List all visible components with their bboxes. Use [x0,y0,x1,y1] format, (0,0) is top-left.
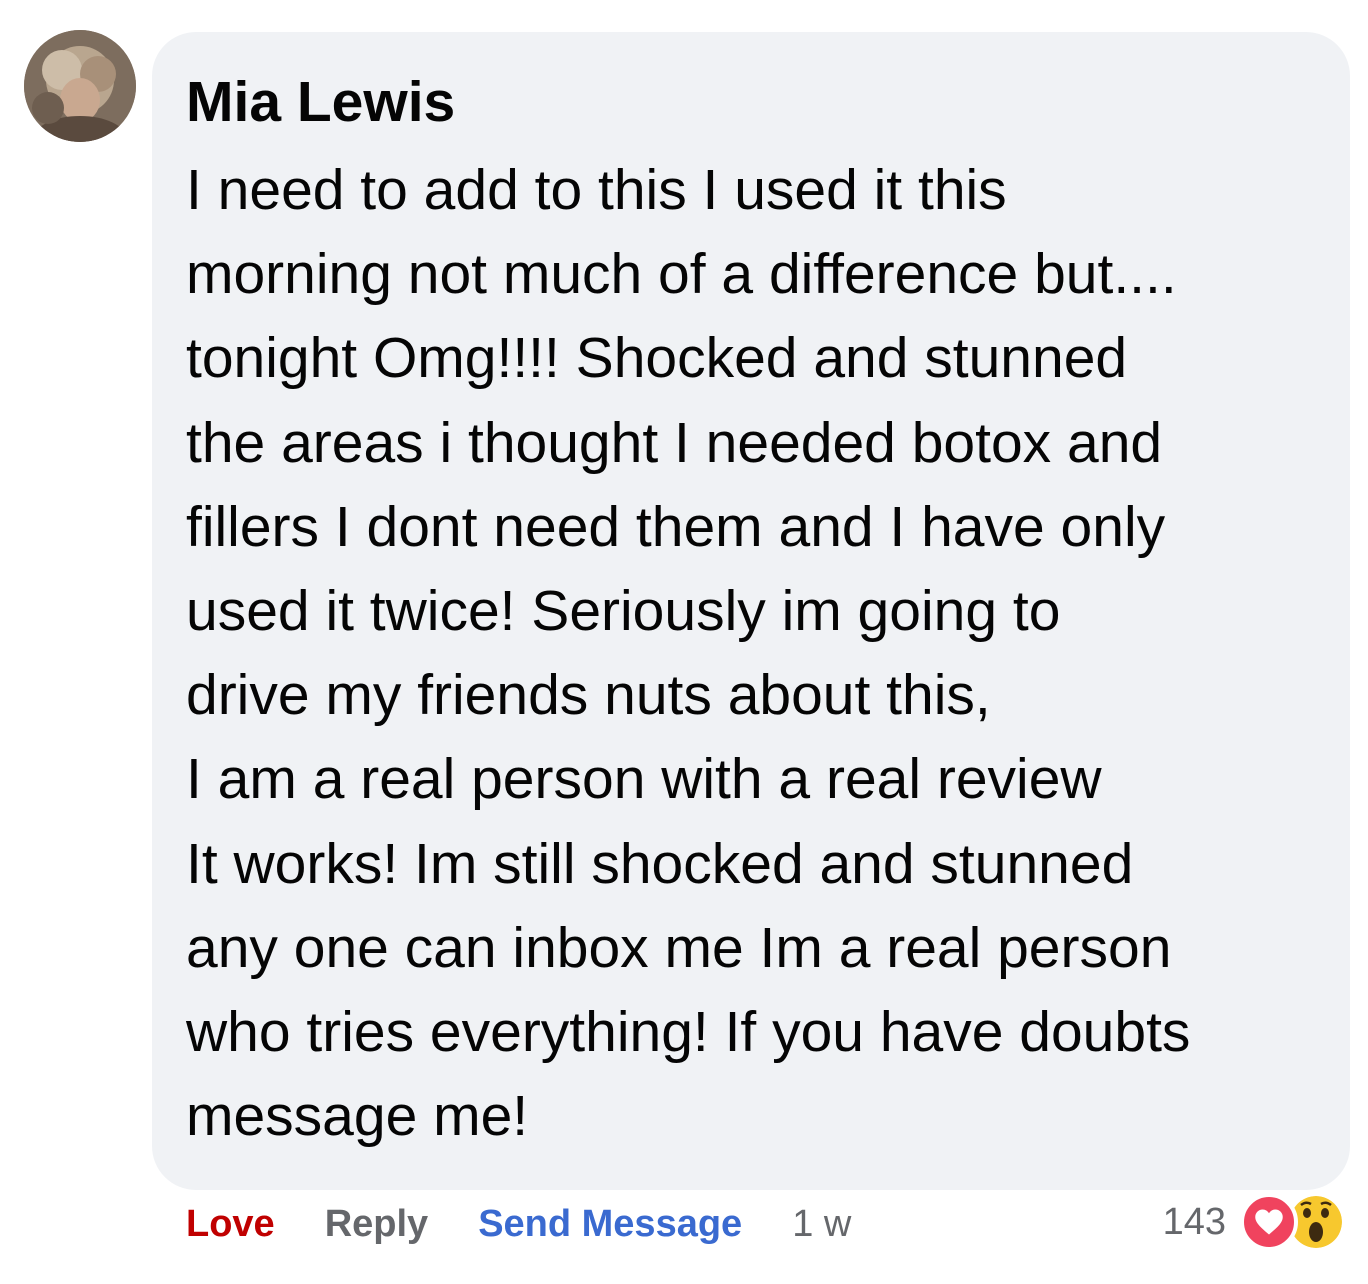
comment-line: tonight Omg!!!! Shocked and stunned [186,326,1128,391]
love-button[interactable]: Love [186,1203,275,1246]
comment-line: used it twice! Seriously im going to [186,579,1061,644]
comment-line: who tries everything! If you have doubts [186,1000,1191,1065]
comment-line: the areas i thought I needed botox and [186,410,1163,475]
send-message-button[interactable]: Send Message [478,1203,742,1246]
author-avatar[interactable] [24,30,136,142]
comment-actions: Love Reply Send Message 1 w [186,1196,851,1252]
comment-line: message me! [186,1084,529,1149]
comment-line: morning not much of a difference but.... [186,242,1177,307]
comment-bubble: Mia Lewis I need to add to this I used i… [152,32,1350,1190]
comment-timestamp[interactable]: 1 w [792,1203,851,1246]
comment-line: I am a real person with a real review [186,747,1102,812]
reactions-summary[interactable]: 143 [1163,1190,1346,1254]
love-reaction-icon [1240,1193,1298,1251]
reply-button[interactable]: Reply [325,1203,428,1246]
comment-line: I need to add to this I used it this [186,158,1007,222]
reaction-icons [1240,1190,1346,1254]
reaction-count: 143 [1162,1200,1226,1243]
comment-author-name[interactable]: Mia Lewis [186,66,1316,138]
comment-line: drive my friends nuts about this, [186,663,991,728]
comment-line: fillers I dont need them and I have only [186,494,1166,559]
comment-body: I need to add to this I used it this mor… [186,148,1316,1158]
comment-line: any one can inbox me Im a real person [186,915,1172,980]
comment-line: It works! Im still shocked and stunned [186,831,1134,896]
avatar-photo [24,30,136,142]
